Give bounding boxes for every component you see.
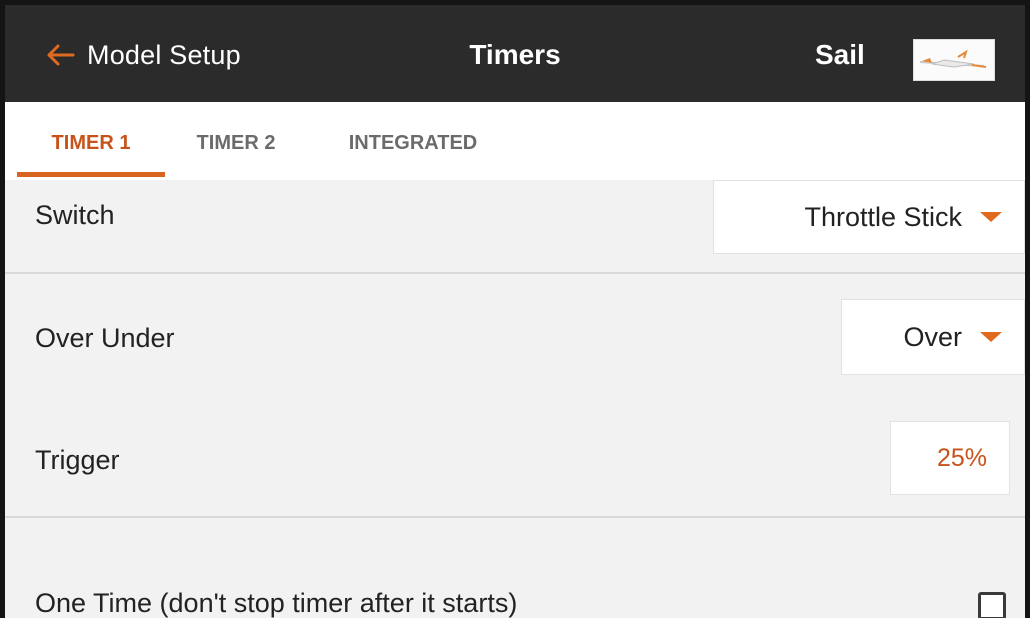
switch-value: Throttle Stick [804,201,962,232]
app-frame: Model Setup Timers Sail TIMER 1 TIMER 2 … [0,0,1030,618]
back-button[interactable]: Model Setup [45,35,241,75]
chevron-down-icon [980,212,1002,222]
trigger-value-field[interactable]: 25% [890,421,1010,495]
top-bar: Model Setup Timers Sail [5,5,1025,102]
active-tab-indicator [17,172,165,177]
model-thumbnail[interactable] [913,39,995,81]
chevron-down-icon [980,332,1002,342]
trigger-label: Trigger [35,445,120,475]
over-under-label: Over Under [35,323,175,353]
page-title: Timers [469,39,561,70]
divider [5,516,1025,518]
switch-dropdown[interactable]: Throttle Stick [713,180,1025,254]
over-under-value: Over [903,321,962,352]
tab-timer-1[interactable]: TIMER 1 [17,102,165,180]
trigger-value: 25% [936,443,987,472]
over-under-dropdown[interactable]: Over [841,299,1025,375]
switch-label: Switch [35,200,115,230]
glider-icon [919,49,987,68]
back-label: Model Setup [87,39,241,70]
tab-timer-2[interactable]: TIMER 2 [177,102,295,180]
arrow-left-icon [47,44,75,66]
divider [5,272,1025,274]
tab-integrated[interactable]: INTEGRATED [323,102,503,180]
one-time-label: One Time (don't stop timer after it star… [35,588,518,618]
one-time-checkbox[interactable] [978,592,1006,618]
model-name: Sail [815,39,865,70]
tab-bar: TIMER 1 TIMER 2 INTEGRATED [5,102,1025,180]
